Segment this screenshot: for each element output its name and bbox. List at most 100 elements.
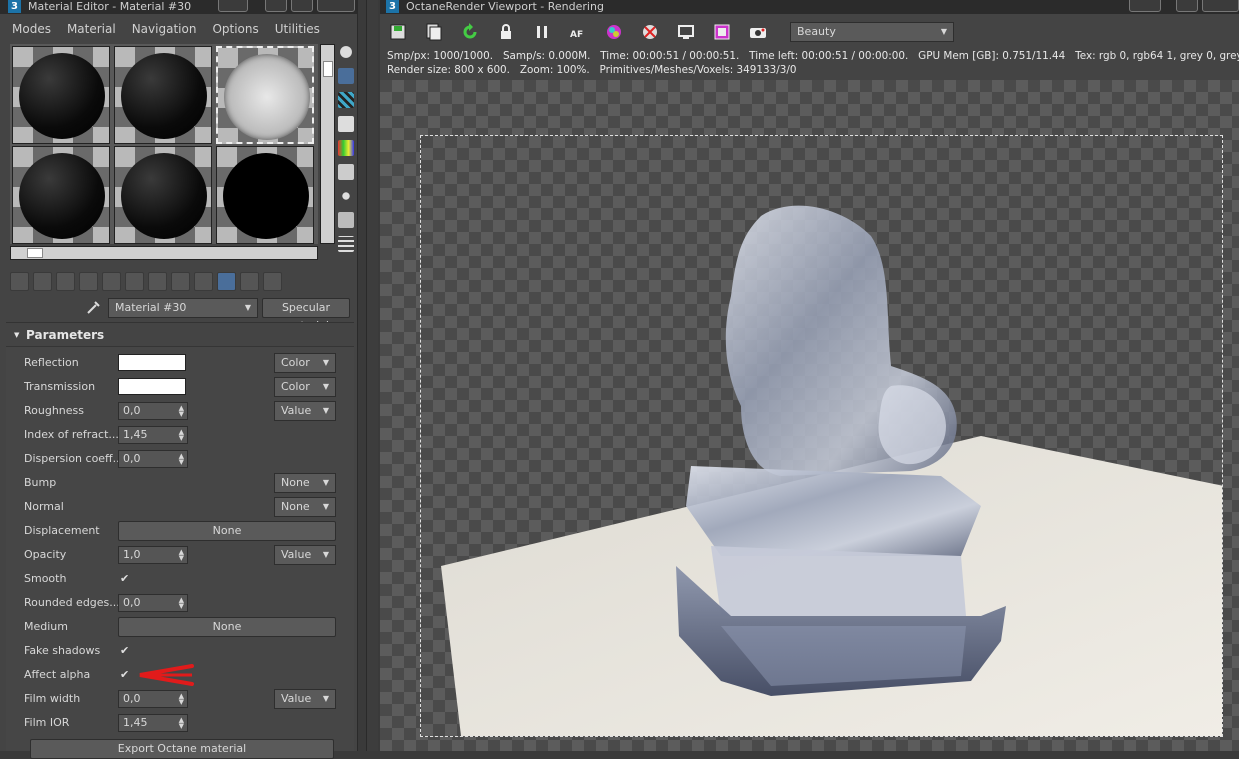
restore-button[interactable] [1129, 0, 1161, 12]
param-roughness: Roughness 0,0 ▲ ▼ Value ▼ [24, 401, 344, 421]
param-displacement: Displacement None [24, 521, 344, 541]
backlight-icon[interactable] [338, 68, 354, 84]
material-slot-4[interactable] [12, 146, 110, 244]
video-color-check-icon[interactable] [338, 140, 354, 156]
fake-shadows-checkbox[interactable]: ✔ [120, 645, 132, 657]
material-id-channel-icon[interactable] [148, 272, 167, 291]
autofocus-icon[interactable]: AF [568, 22, 590, 42]
options-icon[interactable] [338, 188, 354, 204]
pause-icon[interactable] [532, 22, 554, 42]
material-slot-6[interactable] [216, 146, 314, 244]
displacement-map-button[interactable]: None [118, 521, 336, 541]
spinner-arrows-icon[interactable]: ▲ ▼ [179, 549, 184, 562]
dispersion-spinner[interactable]: 0,0 ▲ ▼ [118, 450, 188, 468]
menu-navigation[interactable]: Navigation [124, 19, 205, 39]
spinner-arrows-icon[interactable]: ▲ ▼ [179, 429, 184, 442]
minimize-button[interactable] [1176, 0, 1198, 12]
transmission-color-swatch[interactable] [118, 378, 186, 395]
material-slot-5[interactable] [114, 146, 212, 244]
scrollbar-thumb[interactable] [323, 61, 333, 77]
go-to-parent-icon[interactable] [217, 272, 236, 291]
background-checker-icon[interactable] [338, 92, 354, 108]
opacity-mode-select[interactable]: Value ▼ [274, 545, 336, 565]
reflection-color-swatch[interactable] [118, 354, 186, 371]
opacity-spinner[interactable]: 1,0 ▲ ▼ [118, 546, 188, 564]
minimize-button[interactable] [265, 0, 287, 12]
menu-modes[interactable]: Modes [4, 19, 59, 39]
render-canvas[interactable] [420, 135, 1223, 737]
material-slot-3-selected[interactable] [216, 46, 314, 144]
material-map-navigator-icon[interactable] [338, 236, 354, 252]
render-pass-select[interactable]: Beauty ▼ [790, 22, 954, 42]
save-render-icon[interactable] [388, 22, 410, 42]
spinner-value: 1,45 [123, 428, 148, 441]
menu-material[interactable]: Material [59, 19, 124, 39]
bump-mode-select[interactable]: None ▼ [274, 473, 336, 493]
make-preview-icon[interactable] [338, 164, 354, 180]
reset-map-icon[interactable] [79, 272, 98, 291]
parameters-rollout-header[interactable]: ▼ Parameters [6, 323, 354, 347]
roughness-mode-select[interactable]: Value ▼ [274, 401, 336, 421]
eyedropper-icon[interactable] [86, 299, 102, 315]
go-forward-to-sibling-icon[interactable] [240, 272, 259, 291]
put-material-to-scene-icon[interactable] [33, 272, 52, 291]
spinner-arrows-icon[interactable]: ▲ ▼ [179, 405, 184, 418]
rounded-edges-spinner[interactable]: 0,0 ▲ ▼ [118, 594, 188, 612]
film-region-icon[interactable] [712, 22, 734, 42]
close-button[interactable] [317, 0, 355, 12]
normal-mode-select[interactable]: None ▼ [274, 497, 336, 517]
transmission-mode-select[interactable]: Color ▼ [274, 377, 336, 397]
copy-to-clipboard-icon[interactable] [424, 22, 446, 42]
sample-sphere [19, 53, 105, 139]
param-normal: Normal None ▼ [24, 497, 344, 517]
chevron-down-icon: ▼ [322, 382, 329, 391]
show-end-result-icon[interactable] [194, 272, 213, 291]
material-slot-2[interactable] [114, 46, 212, 144]
camera-icon[interactable] [748, 22, 770, 42]
restore-button[interactable] [218, 0, 248, 12]
ior-spinner[interactable]: 1,45 ▲ ▼ [118, 426, 188, 444]
menu-options[interactable]: Options [204, 19, 266, 39]
restart-render-icon[interactable] [460, 22, 482, 42]
slots-horizontal-scrollbar[interactable] [10, 246, 318, 260]
region-render-icon[interactable] [676, 22, 698, 42]
slots-vertical-scrollbar[interactable] [320, 44, 335, 244]
sample-uv-tiling-icon[interactable] [338, 116, 354, 132]
menu-utilities[interactable]: Utilities [267, 19, 328, 39]
get-material-icon[interactable] [10, 272, 29, 291]
make-unique-icon[interactable] [102, 272, 121, 291]
reflection-mode-select[interactable]: Color ▼ [274, 353, 336, 373]
lock-icon[interactable] [496, 22, 518, 42]
roughness-spinner[interactable]: 0,0 ▲ ▼ [118, 402, 188, 420]
pick-material-from-object-icon[interactable] [263, 272, 282, 291]
spinner-arrows-icon[interactable]: ▲ ▼ [179, 693, 184, 706]
scrollbar-thumb[interactable] [27, 248, 43, 258]
sample-type-sphere-icon[interactable] [338, 44, 354, 60]
spinner-arrows-icon[interactable]: ▲ ▼ [179, 597, 184, 610]
material-slot-1[interactable] [12, 46, 110, 144]
spinner-arrows-icon[interactable]: ▲ ▼ [179, 453, 184, 466]
clear-render-icon[interactable] [640, 22, 662, 42]
put-to-library-icon[interactable] [125, 272, 144, 291]
maximize-button[interactable] [291, 0, 313, 12]
medium-map-button[interactable]: None [118, 617, 336, 637]
panel-divider[interactable] [366, 0, 378, 751]
material-type-button[interactable]: Specular material [262, 298, 350, 332]
show-shaded-material-icon[interactable] [171, 272, 190, 291]
color-picker-icon[interactable] [604, 22, 626, 42]
film-ior-spinner[interactable]: 1,45 ▲ ▼ [118, 714, 188, 732]
film-width-spinner[interactable]: 0,0 ▲ ▼ [118, 690, 188, 708]
material-editor-window: 3 Material Editor - Material #30 Modes M… [0, 0, 358, 759]
material-name-field[interactable]: Material #30 ▼ [108, 298, 258, 318]
assign-material-icon[interactable] [56, 272, 75, 291]
export-octane-material-button[interactable]: Export Octane material [30, 739, 334, 759]
film-width-mode-select[interactable]: Value ▼ [274, 689, 336, 709]
close-button[interactable] [1202, 0, 1239, 12]
sample-sphere [223, 153, 309, 239]
param-label: Roughness [24, 404, 85, 417]
param-fake-shadows: Fake shadows ✔ [24, 641, 344, 661]
select-by-material-icon[interactable] [338, 212, 354, 228]
affect-alpha-checkbox[interactable]: ✔ [120, 669, 132, 681]
spinner-arrows-icon[interactable]: ▲ ▼ [179, 717, 184, 730]
smooth-checkbox[interactable]: ✔ [120, 573, 132, 585]
